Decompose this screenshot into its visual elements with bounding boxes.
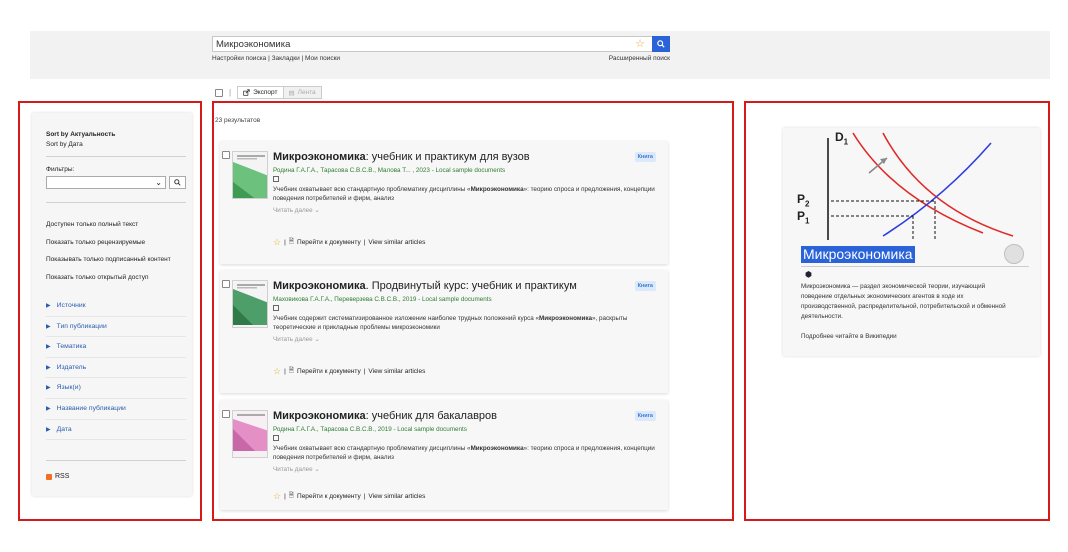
feed-label: Лента [297,89,316,96]
toolbar-separator: | [229,88,232,97]
search-area: ☆ Настройки поиска | Закладки | Мои поис… [212,36,670,62]
export-label: Экспорт [253,89,278,96]
search-input[interactable] [213,38,613,50]
left-region-frame [18,101,202,521]
select-all-checkbox[interactable] [215,88,223,97]
search-icon [657,40,665,48]
search-box: ☆ [212,36,670,52]
search-settings-links[interactable]: Настройки поиска | Закладки | Мои поиски [212,55,340,62]
search-links: Настройки поиска | Закладки | Мои поиски… [212,55,670,62]
feed-icon: ▤ [288,89,295,97]
right-region-frame [744,101,1050,521]
export-button[interactable]: Экспорт [238,87,283,98]
feed-button[interactable]: ▤ Лента [282,87,321,98]
star-icon[interactable]: ☆ [635,38,645,50]
search-button[interactable] [652,36,670,52]
advanced-search-link[interactable]: Расширенный поиск [609,55,670,62]
center-region-frame [212,101,734,521]
toolbar-button-group: Экспорт ▤ Лента [237,86,322,99]
results-toolbar: | Экспорт ▤ Лента [215,86,322,99]
export-icon [243,89,250,96]
